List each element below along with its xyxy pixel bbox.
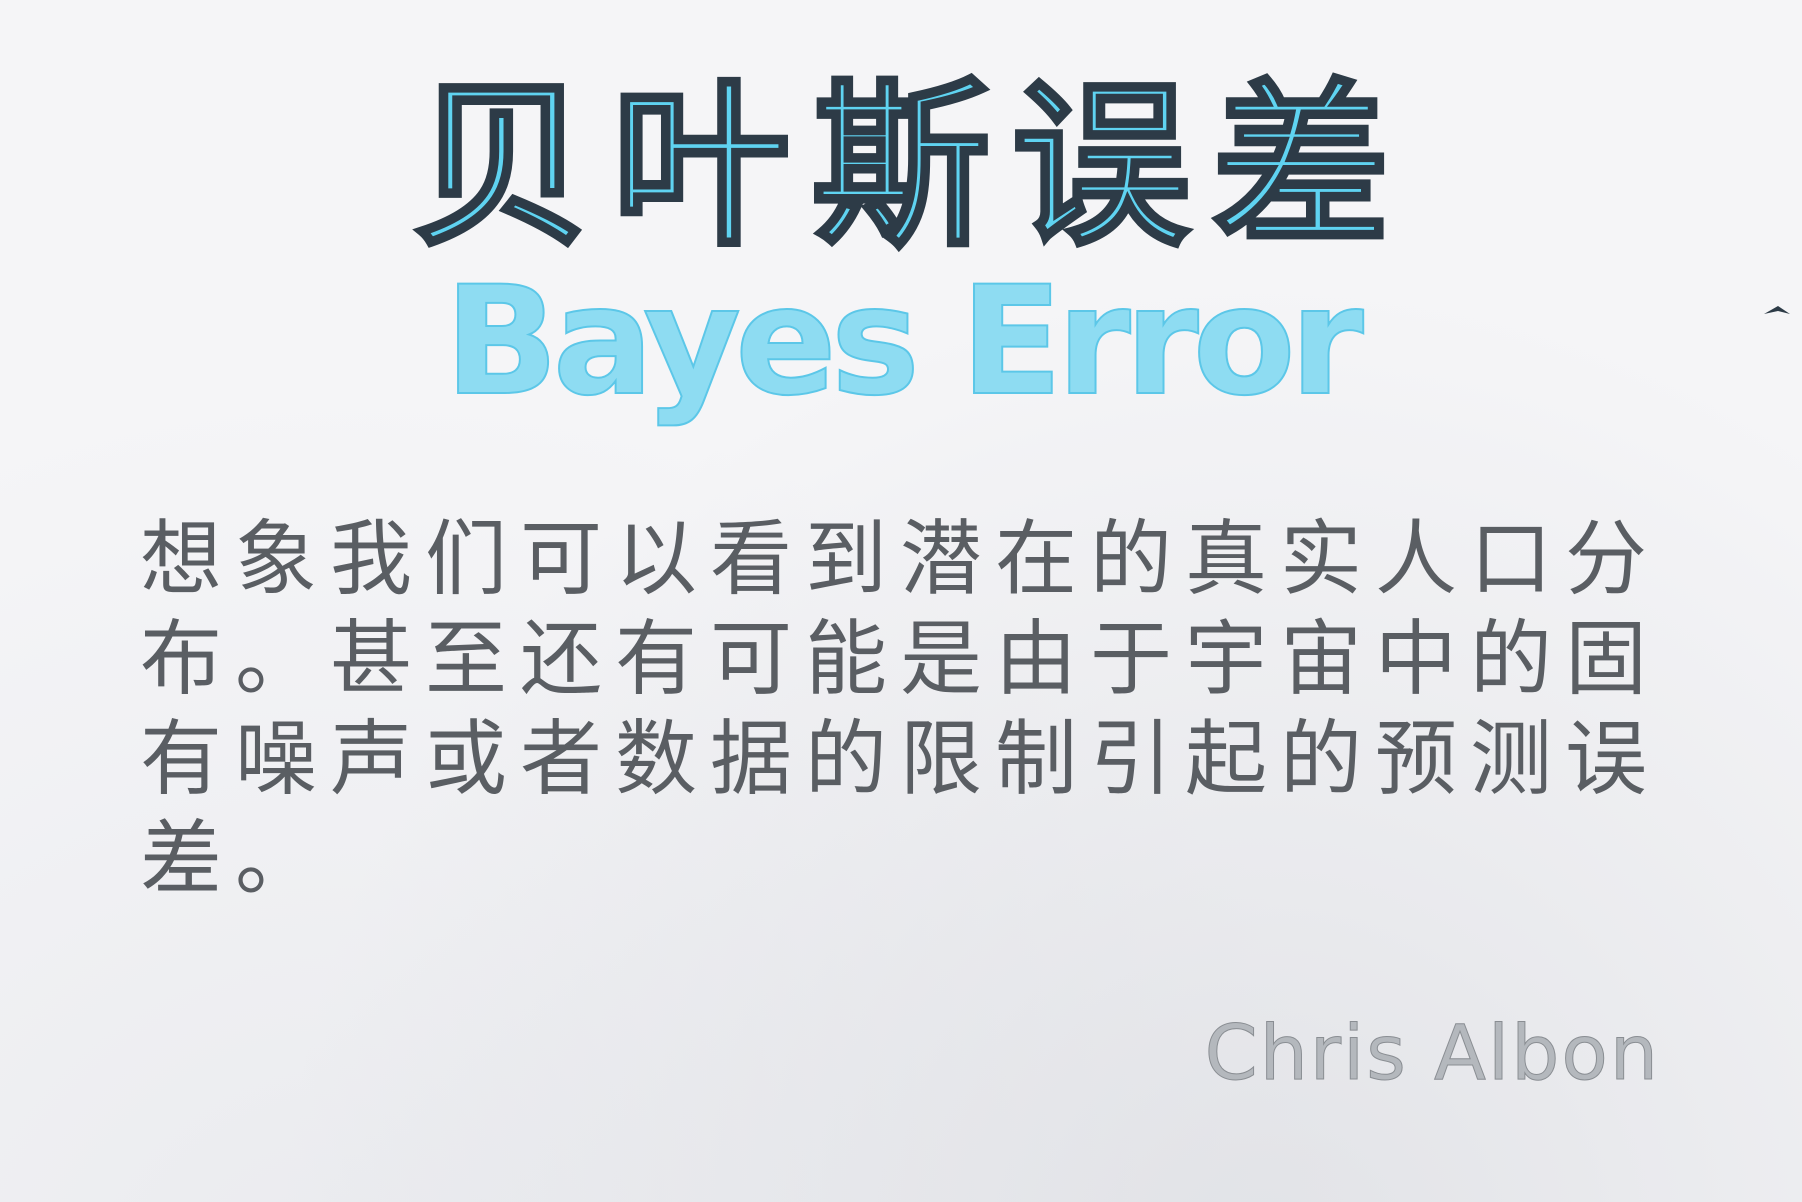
page-subtitle: Bayes Error bbox=[443, 255, 1364, 429]
body-paragraph: 想象我们可以看到潜在的真实人口分布。甚至还有可能是由于宇宙中的固有噪声或者数据的… bbox=[140, 512, 1661, 907]
author-signature: Chris Albon bbox=[1204, 1008, 1660, 1098]
page-title: 贝叶斯误差 bbox=[410, 61, 1412, 272]
pen-mark-icon bbox=[1764, 306, 1790, 314]
